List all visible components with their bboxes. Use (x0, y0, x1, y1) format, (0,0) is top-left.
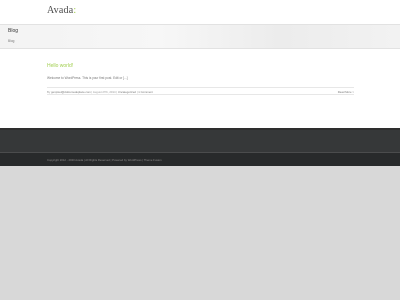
copyright-text: Copyright 2012 - 2020 Avada | All Rights… (47, 158, 162, 162)
footer-widgets-area (0, 128, 400, 152)
copyright-bar: Copyright 2012 - 2020 Avada | All Rights… (0, 152, 400, 166)
page-title: Blog (8, 28, 19, 34)
logo-accent: : (73, 5, 77, 16)
page-title-bar: Blog Blog (0, 24, 400, 49)
page-background (0, 166, 400, 300)
meta-category-link[interactable]: Uncategorized (118, 90, 136, 94)
breadcrumb: Blog (8, 39, 15, 43)
logo-text: Avada (47, 5, 74, 16)
meta-prefix: By (47, 89, 51, 94)
post-excerpt: Welcome to WordPress. This is your first… (47, 76, 128, 80)
meta-comments-link[interactable]: 1 Comment (138, 90, 152, 94)
site-logo[interactable]: Avada: (47, 5, 76, 16)
site-header: Avada: (0, 0, 400, 24)
main-content: Hello world! Welcome to WordPress. This … (0, 49, 400, 128)
post-meta-bar: By genpixel@dolzemedeplace.com | August … (47, 87, 354, 95)
meta-author-link[interactable]: genpixel@dolzemedeplace.com (51, 90, 91, 94)
post-meta: By genpixel@dolzemedeplace.com | August … (47, 90, 153, 94)
read-more-link[interactable]: Read More > (338, 90, 354, 94)
meta-date: August 27th, 2014 (92, 89, 116, 94)
post-title-link[interactable]: Hello world! (47, 63, 73, 69)
